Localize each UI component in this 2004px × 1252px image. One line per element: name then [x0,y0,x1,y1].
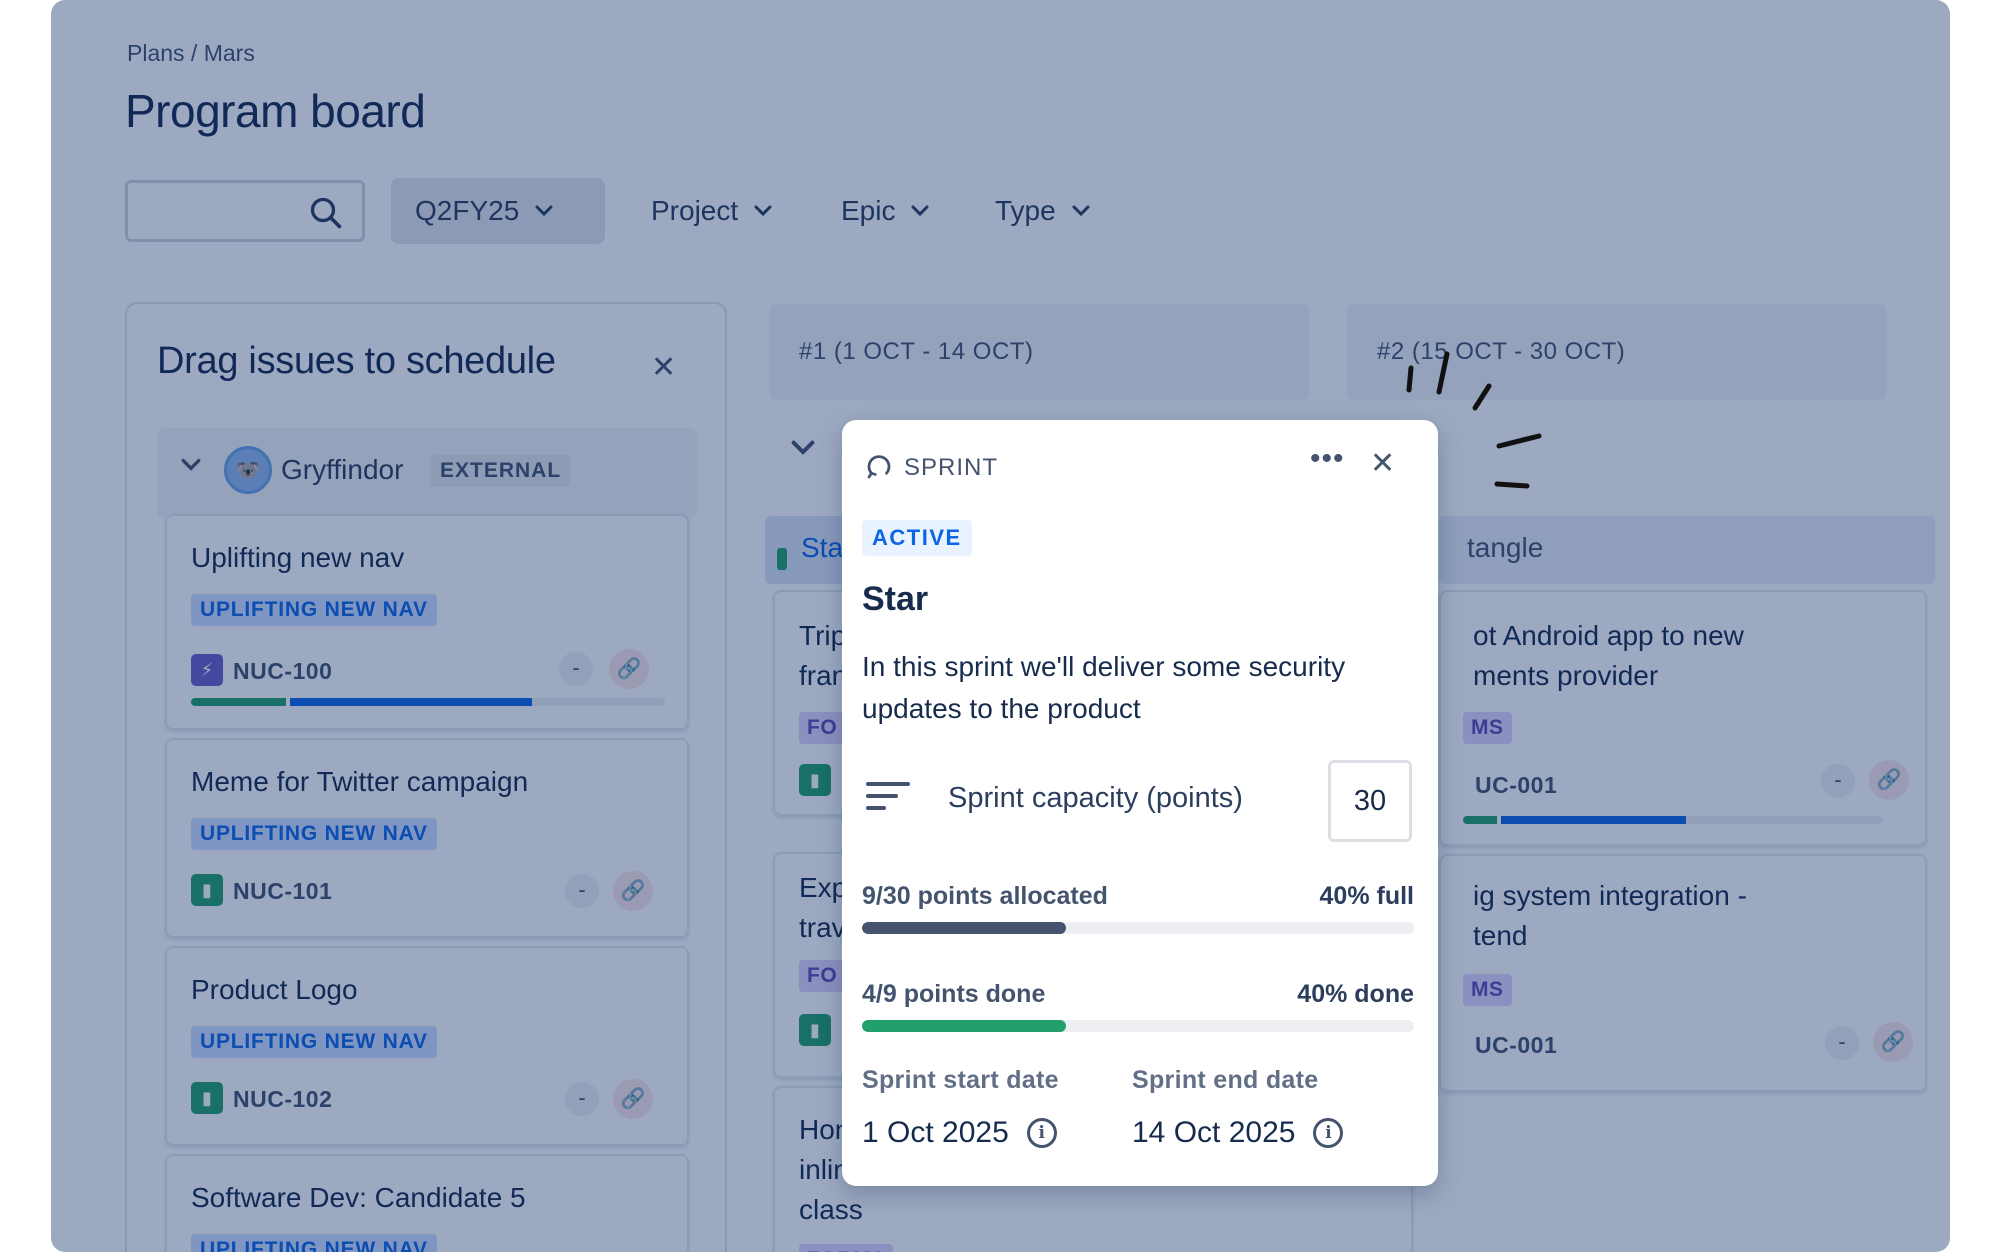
allocated-row: 9/30 points allocated 40% full [862,882,1414,911]
info-icon[interactable]: i [1313,1118,1344,1148]
allocated-percent: 40% full [1319,882,1414,910]
app-frame: Plans / Mars Program board Q2FY25 Projec… [51,0,1950,1252]
close-popup-button[interactable]: ✕ [1370,446,1395,481]
popup-type-label: SPRINT [904,454,999,481]
start-date[interactable]: 1 Oct 2025 i [862,1116,1057,1150]
sprint-description: In this sprint we'll deliver some securi… [862,651,1346,724]
capacity-label: Sprint capacity (points) [948,782,1243,814]
more-actions-button[interactable]: ••• [1310,442,1345,476]
start-date-value: 1 Oct 2025 [862,1116,1009,1149]
end-date[interactable]: 14 Oct 2025 i [1132,1116,1344,1150]
allocated-text: 9/30 points allocated [862,882,1108,910]
sprint-name: Star [862,580,929,618]
end-date-label: Sprint end date [1132,1066,1319,1094]
end-date-value: 14 Oct 2025 [1132,1116,1296,1149]
done-progress-fill [862,1020,1067,1032]
allocated-progress-fill [862,922,1067,934]
capacity-filter-icon [866,782,910,810]
allocated-progress-bar [862,922,1414,934]
info-icon[interactable]: i [1026,1118,1057,1148]
sprint-icon [867,455,891,479]
status-lozenge: ACTIVE [862,520,972,556]
sprint-details-popup: SPRINT ••• ✕ ACTIVE Star In this sprint … [842,420,1438,1186]
capacity-input[interactable]: 30 [1328,760,1412,842]
done-progress-bar [862,1020,1414,1032]
done-percent: 40% done [1297,980,1414,1008]
done-row: 4/9 points done 40% done [862,980,1414,1009]
start-date-label: Sprint start date [862,1066,1059,1094]
done-text: 4/9 points done [862,980,1046,1008]
